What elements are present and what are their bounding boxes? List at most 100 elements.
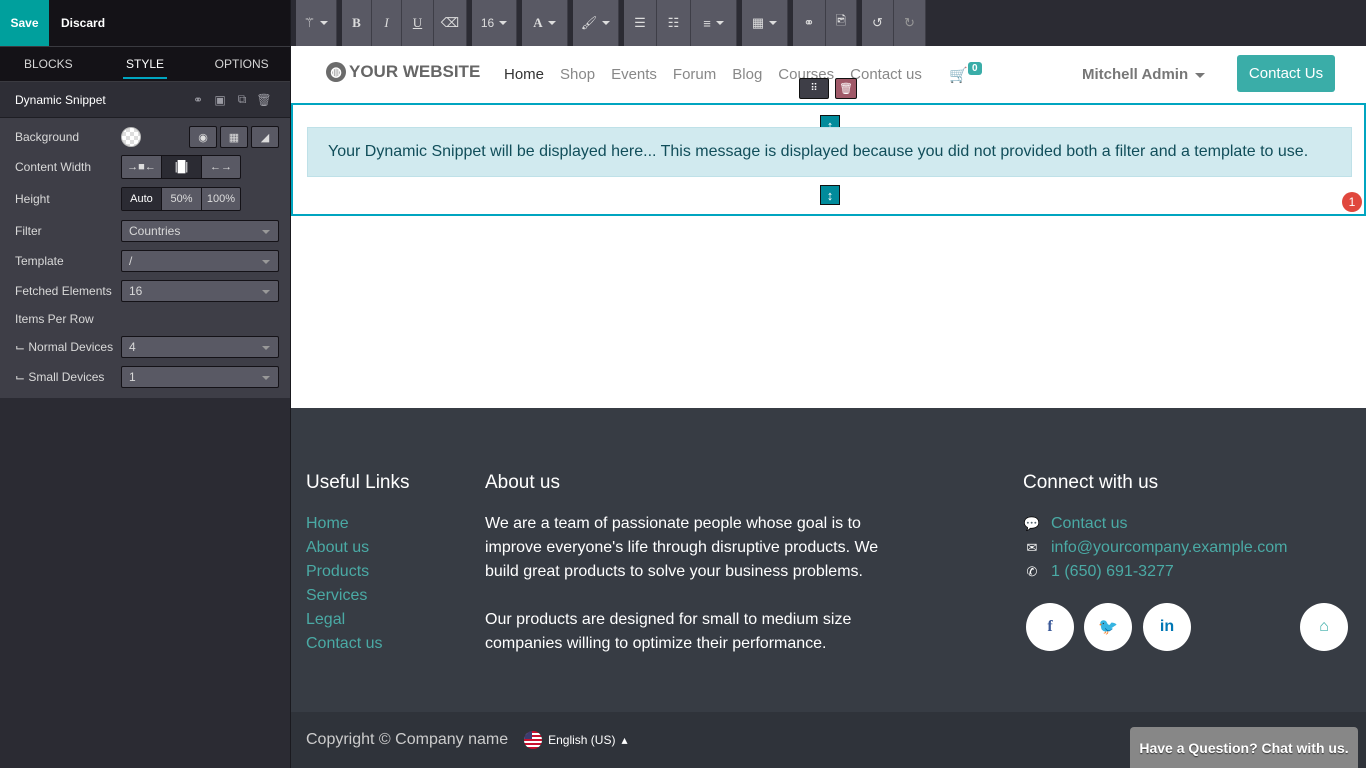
copyright-text: Copyright © Company name — [306, 731, 509, 748]
contact-us-button[interactable]: Contact Us — [1237, 55, 1335, 92]
discard-button[interactable]: Discard — [49, 0, 117, 46]
connect-title: Connect with us — [1023, 472, 1159, 493]
snippet-placeholder-alert: Your Dynamic Snippet will be displayed h… — [307, 127, 1352, 177]
content-width-option: Content Width →■← |█| ←→ — [0, 152, 290, 182]
normal-devices-option: ⌙ Normal Devices 4 — [0, 332, 290, 362]
save-snippet-icon[interactable]: ▣ — [209, 93, 231, 107]
width-full-button[interactable]: |█| — [162, 156, 202, 178]
footer-link-legal[interactable]: Legal — [306, 608, 410, 632]
twitter-icon[interactable]: 🐦 — [1084, 603, 1132, 651]
height-auto-button[interactable]: Auto — [122, 188, 162, 210]
text-toolbar: ⚚ B I U ⌫ 16 A 🖌 ☰ ☷ ≡ ▦ ⚭ 🖻 ↺ ↻ — [291, 0, 1366, 46]
email-line[interactable]: ✉ info@yourcompany.example.com — [1023, 536, 1288, 560]
footer-link-services[interactable]: Services — [306, 584, 410, 608]
font-size-dropdown[interactable]: 16 — [472, 0, 517, 46]
filter-select[interactable]: Countries — [121, 220, 279, 242]
bold-button[interactable]: B — [342, 0, 372, 46]
redo-icon[interactable]: ↻ — [894, 0, 926, 46]
dynamic-snippet-section[interactable]: ↕ Your Dynamic Snippet will be displayed… — [291, 103, 1366, 216]
numbered-list-icon[interactable]: ☷ — [657, 0, 691, 46]
footer-link-about[interactable]: About us — [306, 536, 410, 560]
envelope-icon: ✉ — [1026, 540, 1038, 555]
contact-line[interactable]: 💬 Contact us — [1023, 512, 1288, 536]
footer-link-home[interactable]: Home — [306, 512, 410, 536]
tab-style[interactable]: STYLE — [97, 47, 194, 81]
image-icon[interactable]: 🖻 — [826, 0, 857, 46]
link-icon[interactable]: ⚭ — [793, 0, 826, 46]
home-icon[interactable]: ⌂ — [1300, 603, 1348, 651]
footer-link-products[interactable]: Products — [306, 560, 410, 584]
film-icon[interactable]: ▦ — [220, 126, 248, 148]
magic-wand-icon[interactable]: ⚚ — [296, 0, 337, 46]
link-icon[interactable]: ⚭ — [187, 93, 209, 107]
font-color-dropdown[interactable]: A — [522, 0, 568, 46]
width-stretch-button[interactable]: ←→ — [202, 156, 240, 178]
nav-home[interactable]: Home — [504, 66, 544, 83]
website-preview: ◍ YOUR WEBSITE Home Shop Events Forum Blo… — [291, 46, 1366, 768]
drag-handle-icon[interactable]: ⠿ — [799, 78, 829, 99]
livechat-button[interactable]: Have a Question? Chat with us. — [1130, 727, 1358, 768]
italic-button[interactable]: I — [372, 0, 402, 46]
paint-brush-icon[interactable]: 🖌 — [573, 0, 619, 46]
nav-contact-us[interactable]: Contact us — [850, 66, 922, 83]
phone-line[interactable]: ✆ 1 (650) 691-3277 — [1023, 560, 1288, 584]
font-size-value: 16 — [480, 16, 495, 30]
clone-icon[interactable]: ⧉ — [231, 92, 253, 107]
trash-icon[interactable]: 🗑 — [253, 93, 275, 107]
cart-icon[interactable]: 🛒 — [949, 66, 968, 84]
nav-events[interactable]: Events — [611, 66, 657, 83]
items-per-row-label: Items Per Row — [15, 312, 94, 326]
table-icon[interactable]: ▦ — [742, 0, 788, 46]
fetched-elements-select[interactable]: 16 — [121, 280, 279, 302]
comment-icon: 💬 — [1023, 516, 1041, 531]
template-option: Template / — [0, 246, 290, 276]
editor-tabs: BLOCKS STYLE OPTIONS — [0, 46, 290, 82]
underline-button[interactable]: U — [402, 0, 434, 46]
eraser-icon[interactable]: ⌫ — [434, 0, 467, 46]
height-100-button[interactable]: 100% — [202, 188, 240, 210]
about-title: About us — [485, 472, 560, 493]
phone-icon: ✆ — [1026, 564, 1038, 579]
height-label: Height — [15, 192, 50, 206]
useful-links-title: Useful Links — [306, 472, 410, 493]
contact-link[interactable]: Contact us — [1051, 512, 1127, 536]
about-paragraph-1: We are a team of passionate people whose… — [485, 515, 879, 580]
width-small-button[interactable]: →■← — [122, 156, 162, 178]
snippet-title: Dynamic Snippet — [15, 92, 106, 107]
facebook-icon[interactable]: f — [1026, 603, 1074, 651]
save-button[interactable]: Save — [0, 0, 49, 46]
height-50-button[interactable]: 50% — [162, 188, 202, 210]
main-menu: Home Shop Events Forum Blog Courses Cont… — [504, 66, 938, 83]
site-footer: Useful Links Home About us Products Serv… — [291, 408, 1366, 712]
connect-column: Connect with us 💬 Contact us ✉ info@yourco… — [1023, 472, 1288, 584]
tab-options[interactable]: OPTIONS — [193, 47, 290, 81]
normal-devices-select[interactable]: 4 — [121, 336, 279, 358]
small-devices-select[interactable]: 1 — [121, 366, 279, 388]
nav-blog[interactable]: Blog — [732, 66, 762, 83]
align-dropdown[interactable]: ≡ — [691, 0, 737, 46]
about-column: About us We are a team of passionate peo… — [485, 472, 885, 656]
nav-shop[interactable]: Shop — [560, 66, 595, 83]
background-label: Background — [15, 130, 80, 144]
linkedin-icon[interactable]: in — [1143, 603, 1191, 651]
language-label: English (US) — [548, 733, 616, 747]
email-link[interactable]: info@yourcompany.example.com — [1051, 536, 1288, 560]
gradient-icon[interactable]: ◢ — [251, 126, 279, 148]
filter-option: Filter Countries — [0, 216, 290, 246]
fetched-elements-label: Fetched Elements — [15, 284, 112, 298]
user-menu[interactable]: Mitchell Admin — [1082, 66, 1206, 83]
resize-bottom-handle[interactable]: ↕ — [820, 185, 840, 205]
template-select[interactable]: / — [121, 250, 279, 272]
undo-icon[interactable]: ↺ — [862, 0, 894, 46]
delete-snippet-icon[interactable]: 🗑 — [835, 78, 857, 99]
site-logo[interactable]: ◍ YOUR WEBSITE — [326, 62, 480, 82]
nav-forum[interactable]: Forum — [673, 66, 716, 83]
background-option: Background ◉ ▦ ◢ — [0, 122, 290, 152]
camera-icon[interactable]: ◉ — [189, 126, 217, 148]
tab-blocks[interactable]: BLOCKS — [0, 47, 97, 81]
language-selector[interactable]: English (US) ▴ — [524, 731, 628, 749]
phone-link[interactable]: 1 (650) 691-3277 — [1051, 560, 1174, 584]
bullet-list-icon[interactable]: ☰ — [624, 0, 657, 46]
background-color-picker[interactable] — [121, 127, 141, 147]
footer-link-contact[interactable]: Contact us — [306, 632, 410, 656]
